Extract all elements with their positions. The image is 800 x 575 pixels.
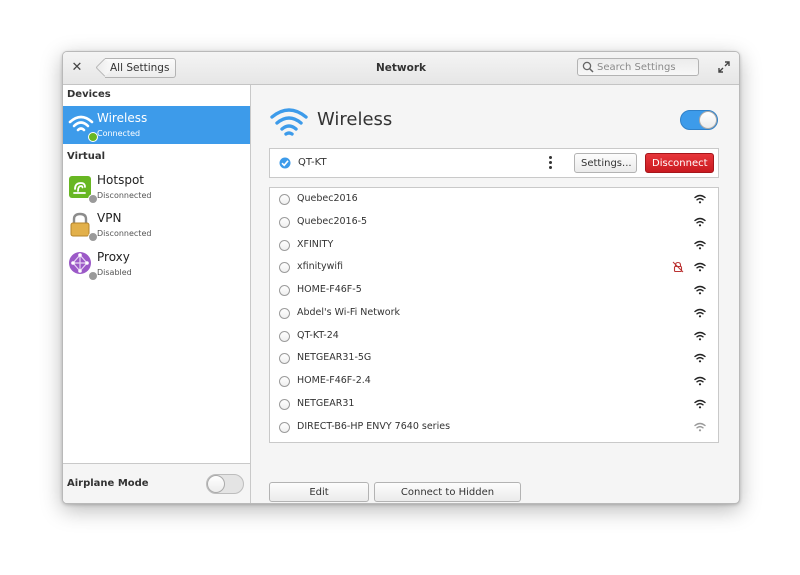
page-title: Wireless <box>317 109 393 130</box>
network-radio[interactable] <box>279 285 290 296</box>
sidebar-item-vpn[interactable]: VPN Disconnected <box>63 206 250 244</box>
disconnect-button[interactable]: Disconnect <box>645 153 714 173</box>
insecure-lock-icon <box>672 261 684 276</box>
sidebar-item-proxy[interactable]: Proxy Disabled <box>63 245 250 283</box>
signal-strength-icon <box>694 376 706 389</box>
network-radio[interactable] <box>279 239 290 251</box>
close-icon[interactable]: ✕ <box>69 60 85 76</box>
active-network-ssid: QT-KT <box>298 157 327 168</box>
signal-strength-icon <box>694 331 706 344</box>
airplane-mode-row: Airplane Mode <box>63 463 250 503</box>
wifi-icon <box>68 112 98 142</box>
signal-strength-icon <box>694 353 706 366</box>
sidebar: Devices Wireless Connected Virtual Hotsp… <box>63 85 251 503</box>
network-ssid: DIRECT-B6-HP ENVY 7640 series <box>297 420 451 432</box>
switch-knob <box>699 111 717 129</box>
network-ssid: XFINITY <box>297 238 334 250</box>
section-title-virtual: Virtual <box>67 151 105 162</box>
connected-check-icon <box>279 157 291 172</box>
sidebar-item-status: Connected <box>97 129 141 138</box>
network-row[interactable]: DIRECT-B6-HP ENVY 7640 series <box>270 416 718 439</box>
vpn-lock-icon <box>68 212 98 242</box>
switch-knob <box>207 475 225 493</box>
sidebar-item-hotspot[interactable]: Hotspot Disconnected <box>63 168 250 206</box>
connect-hidden-network-button[interactable]: Connect to Hidden Network... <box>374 482 521 502</box>
network-settings-window: ✕ All Settings Network Devices <box>62 51 740 504</box>
header-bar: ✕ All Settings Network <box>63 52 739 85</box>
search-input[interactable] <box>597 59 695 75</box>
signal-strength-icon <box>694 217 706 230</box>
network-ssid: HOME-F46F-2.4 <box>297 375 371 386</box>
network-row[interactable]: NETGEAR31 <box>270 393 718 416</box>
back-button-label: All Settings <box>110 62 170 74</box>
network-radio[interactable] <box>279 262 290 274</box>
network-radio[interactable] <box>279 353 290 365</box>
hotspot-icon <box>68 174 98 204</box>
network-ssid: Abdel's Wi-Fi Network <box>297 306 400 318</box>
network-ssid: NETGEAR31 <box>297 397 355 409</box>
sidebar-item-label: VPN <box>97 211 122 225</box>
network-ssid: Quebec2016-5 <box>297 215 368 227</box>
signal-strength-icon <box>694 240 706 253</box>
network-row[interactable]: Quebec2016 <box>270 188 718 211</box>
network-settings-button[interactable]: Settings... <box>574 153 637 173</box>
network-radio[interactable] <box>279 330 290 342</box>
sidebar-item-label: Proxy <box>97 250 130 264</box>
signal-strength-icon <box>694 285 706 298</box>
more-options-icon[interactable] <box>549 156 553 171</box>
proxy-globe-icon <box>68 251 98 281</box>
wireless-panel: Wireless QT-KT Settings... Disconnect Qu… <box>251 85 739 503</box>
sidebar-item-status: Disconnected <box>97 191 152 200</box>
network-ssid: HOME-F46F-5 <box>297 284 362 295</box>
signal-strength-icon <box>694 308 706 321</box>
network-row[interactable]: QT-KT-24 <box>270 325 718 348</box>
network-radio[interactable] <box>279 216 290 228</box>
network-radio[interactable] <box>279 376 290 387</box>
network-ssid: NETGEAR31-5G <box>297 352 372 364</box>
signal-strength-icon <box>694 194 706 207</box>
network-radio[interactable] <box>279 421 290 433</box>
sidebar-item-status: Disabled <box>97 268 132 277</box>
network-row[interactable]: Quebec2016-5 <box>270 211 718 234</box>
signal-strength-icon <box>694 262 706 275</box>
network-ssid: QT-KT-24 <box>297 329 339 341</box>
signal-strength-icon <box>694 422 706 435</box>
airplane-mode-label: Airplane Mode <box>67 478 149 489</box>
available-networks-list[interactable]: Quebec2016 Quebec2016-5 XFINITY xfinitywifi… <box>269 187 719 443</box>
network-ssid: xfinitywifi <box>297 261 344 273</box>
search-box[interactable] <box>577 58 699 76</box>
network-radio[interactable] <box>279 398 290 410</box>
network-row[interactable]: HOME-F46F-2.4 <box>270 370 718 393</box>
active-network-row: QT-KT Settings... Disconnect <box>269 148 719 178</box>
sidebar-item-label: Hotspot <box>97 173 144 187</box>
wifi-large-icon <box>270 106 308 141</box>
airplane-mode-switch[interactable] <box>206 474 244 494</box>
network-ssid: Quebec2016 <box>297 193 358 204</box>
network-row[interactable]: xfinitywifi <box>270 256 718 279</box>
section-title-devices: Devices <box>67 89 111 100</box>
all-settings-back-button[interactable]: All Settings <box>105 58 177 78</box>
network-row[interactable]: HOME-F46F-5 <box>270 279 718 302</box>
network-row[interactable]: XFINITY <box>270 234 718 257</box>
network-radio[interactable] <box>279 194 290 205</box>
sidebar-item-label: Wireless <box>97 111 148 125</box>
sidebar-item-wireless[interactable]: Wireless Connected <box>63 106 250 144</box>
edit-connections-button[interactable]: Edit Connections... <box>269 482 369 502</box>
maximize-icon[interactable] <box>718 61 730 76</box>
network-radio[interactable] <box>279 307 290 319</box>
network-row[interactable]: Abdel's Wi-Fi Network <box>270 302 718 325</box>
network-row[interactable]: NETGEAR31-5G <box>270 347 718 370</box>
wireless-enable-switch[interactable] <box>680 110 718 130</box>
signal-strength-icon <box>694 399 706 412</box>
sidebar-item-status: Disconnected <box>97 229 152 238</box>
search-icon <box>582 61 594 76</box>
